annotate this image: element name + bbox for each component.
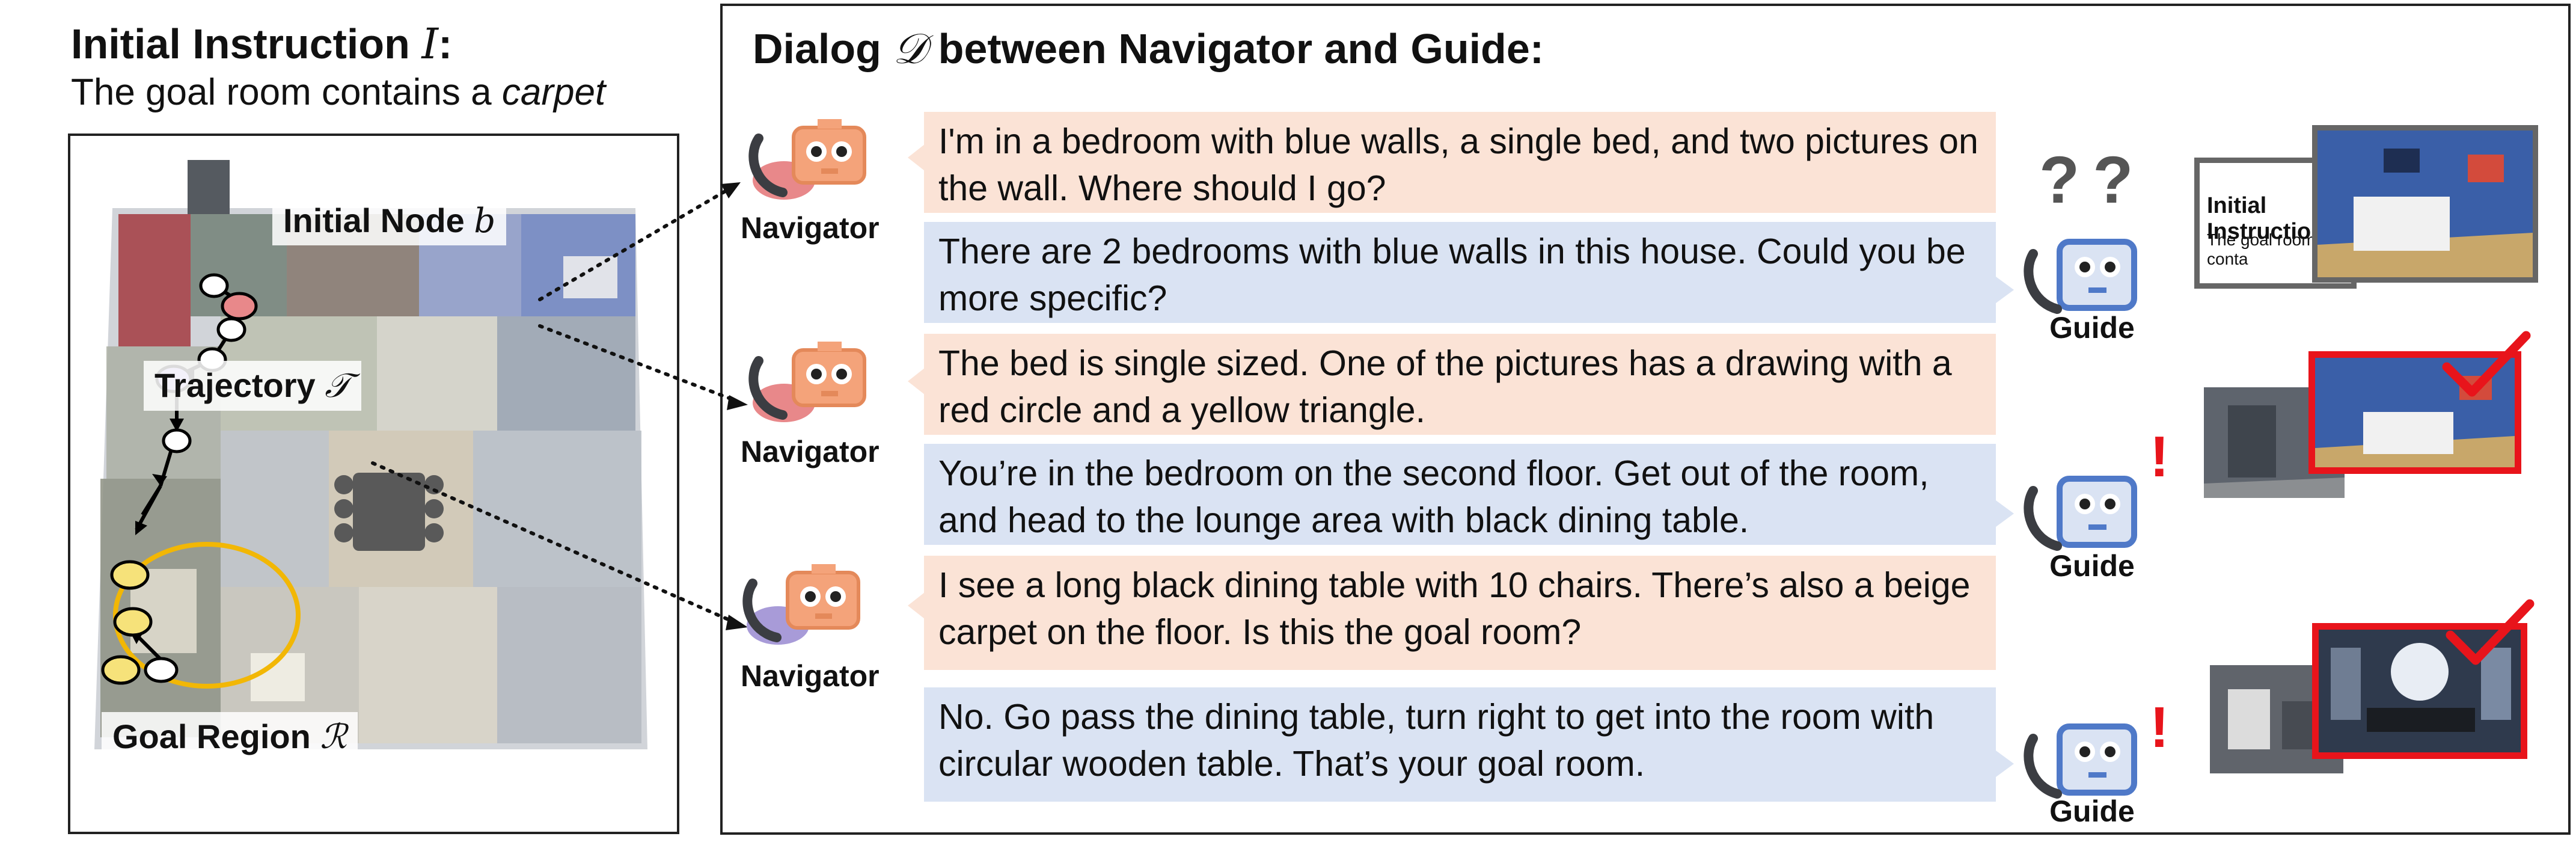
bubble-tail [908,592,925,619]
bedroom-view-thumbnail [2312,125,2538,283]
navigator-avatar [741,337,880,439]
guide-message-1: There are 2 bedrooms with blue walls in … [924,222,1996,323]
navigator-message-2: The bed is single sized. One of the pict… [924,334,1996,435]
navigator-message-1: I'm in a bedroom with blue walls, a sing… [924,112,1996,213]
bubble-tail [1996,751,2014,777]
navigator-label: Navigator [741,211,880,245]
bubble-tail [1996,277,2014,303]
guide-label: Guide [2049,549,2135,583]
check-mark-icon [2442,331,2531,397]
navigator-phone-icon [742,564,860,645]
question-marks: ?? [2039,143,2147,217]
bedroom-image [2317,131,2533,277]
guide-message-3: No. Go pass the dining table, turn right… [924,687,1996,802]
check-mark-icon [2446,599,2535,665]
navigator-message-3: I see a long black dining table with 10 … [924,556,1996,670]
navigator-phone-icon [748,342,866,422]
navigator-label: Navigator [741,435,880,468]
guide-message-2: You’re in the bedroom on the second floo… [924,444,1996,545]
guide-label: Guide [2049,311,2135,345]
bubble-tail [908,144,925,171]
bubble-tail [908,368,925,395]
navigator-phone-icon [748,119,866,200]
navigator-label: Navigator [741,659,880,693]
navigator-avatar [735,559,874,662]
bubble-tail [1996,500,2014,527]
guide-label: Guide [2049,794,2135,828]
